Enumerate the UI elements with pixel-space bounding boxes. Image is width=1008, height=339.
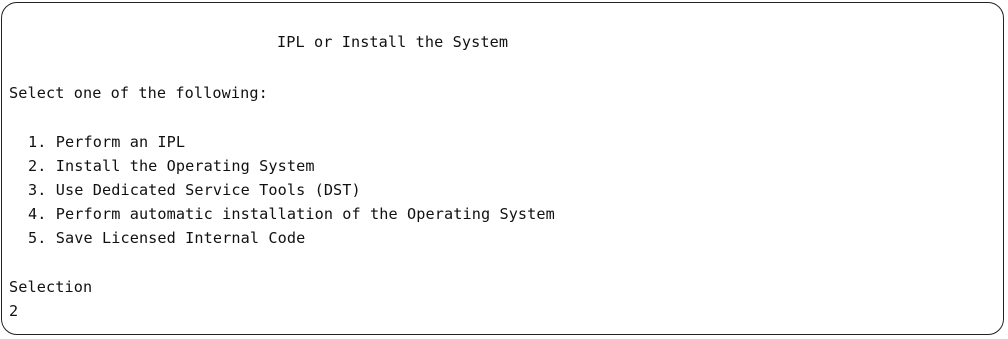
selection-label: Selection bbox=[9, 278, 93, 296]
menu-option-4[interactable]: 4. Perform automatic installation of the… bbox=[28, 204, 555, 224]
option-label: Install the Operating System bbox=[55, 157, 315, 175]
option-number: 2. bbox=[28, 157, 47, 175]
menu-option-5[interactable]: 5. Save Licensed Internal Code bbox=[28, 228, 305, 248]
menu-option-3[interactable]: 3. Use Dedicated Service Tools (DST) bbox=[28, 180, 361, 200]
menu-option-1[interactable]: 1. Perform an IPL bbox=[28, 132, 185, 152]
selection-prompt: Select one of the following: bbox=[9, 84, 268, 102]
option-label: Perform an IPL bbox=[55, 133, 186, 151]
option-number: 1. bbox=[28, 133, 47, 151]
selection-input[interactable]: 2 bbox=[9, 301, 18, 321]
option-label: Perform automatic installation of the Op… bbox=[55, 205, 555, 223]
option-label: Use Dedicated Service Tools (DST) bbox=[55, 181, 361, 199]
terminal-screen: IPL or Install the System Select one of … bbox=[1, 2, 1004, 335]
menu-option-2[interactable]: 2. Install the Operating System bbox=[28, 156, 315, 176]
option-label: Save Licensed Internal Code bbox=[55, 229, 306, 247]
option-number: 5. bbox=[28, 229, 47, 247]
option-number: 3. bbox=[28, 181, 47, 199]
screen-title: IPL or Install the System bbox=[277, 33, 509, 51]
option-number: 4. bbox=[28, 205, 47, 223]
